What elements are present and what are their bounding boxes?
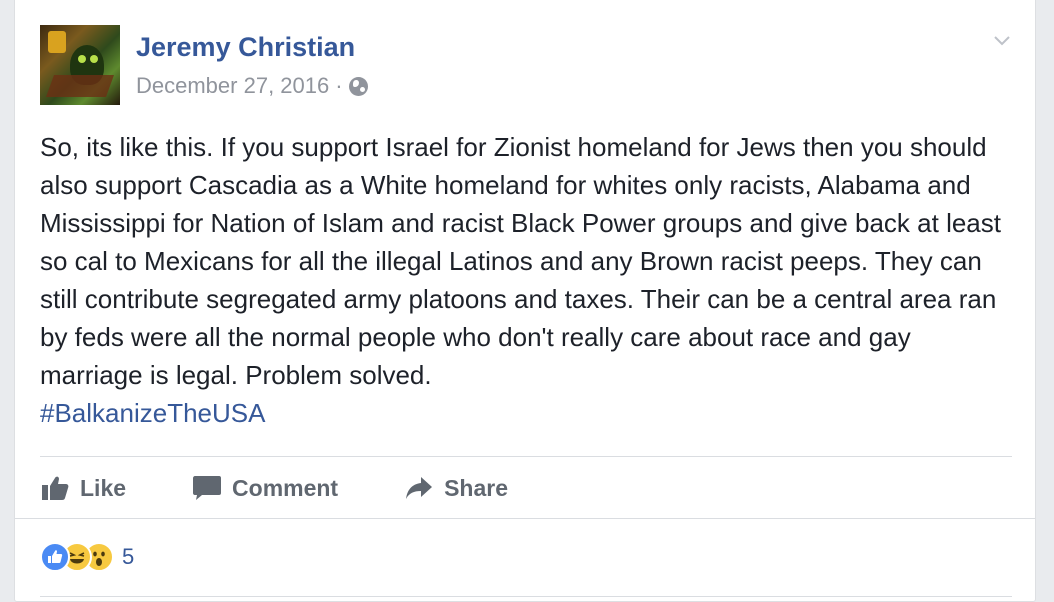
divider bbox=[40, 456, 1012, 457]
hashtag-link[interactable]: #BalkanizeTheUSA bbox=[40, 398, 265, 428]
like-label: Like bbox=[80, 474, 127, 501]
action-bar: Like Comment Share bbox=[40, 470, 508, 506]
globe-icon[interactable] bbox=[348, 76, 368, 96]
post-date[interactable]: December 27, 2016 bbox=[136, 73, 329, 99]
author-name[interactable]: Jeremy Christian bbox=[136, 32, 355, 63]
thumbs-up-icon bbox=[40, 473, 70, 503]
post-body: So, its like this. If you support Israel… bbox=[40, 128, 1020, 432]
post-meta: December 27, 2016 · bbox=[136, 73, 368, 99]
comment-label: Comment bbox=[232, 474, 339, 501]
like-reaction-icon bbox=[40, 542, 70, 572]
share-arrow-icon bbox=[404, 473, 434, 503]
divider bbox=[15, 518, 1035, 519]
divider bbox=[40, 596, 1012, 597]
share-button[interactable]: Share bbox=[404, 473, 508, 503]
reaction-count[interactable]: 5 bbox=[122, 544, 134, 570]
comment-button[interactable]: Comment bbox=[192, 473, 338, 503]
share-label: Share bbox=[444, 474, 509, 501]
avatar[interactable] bbox=[40, 25, 120, 105]
post-card: Jeremy Christian December 27, 2016 · So,… bbox=[14, 0, 1036, 602]
comment-icon bbox=[192, 473, 222, 503]
meta-separator: · bbox=[335, 73, 343, 98]
post-body-text: So, its like this. If you support Israel… bbox=[40, 132, 1001, 390]
chevron-down-icon[interactable] bbox=[992, 30, 1012, 50]
like-button[interactable]: Like bbox=[40, 473, 126, 503]
reactions-summary[interactable]: 5 bbox=[40, 540, 134, 574]
